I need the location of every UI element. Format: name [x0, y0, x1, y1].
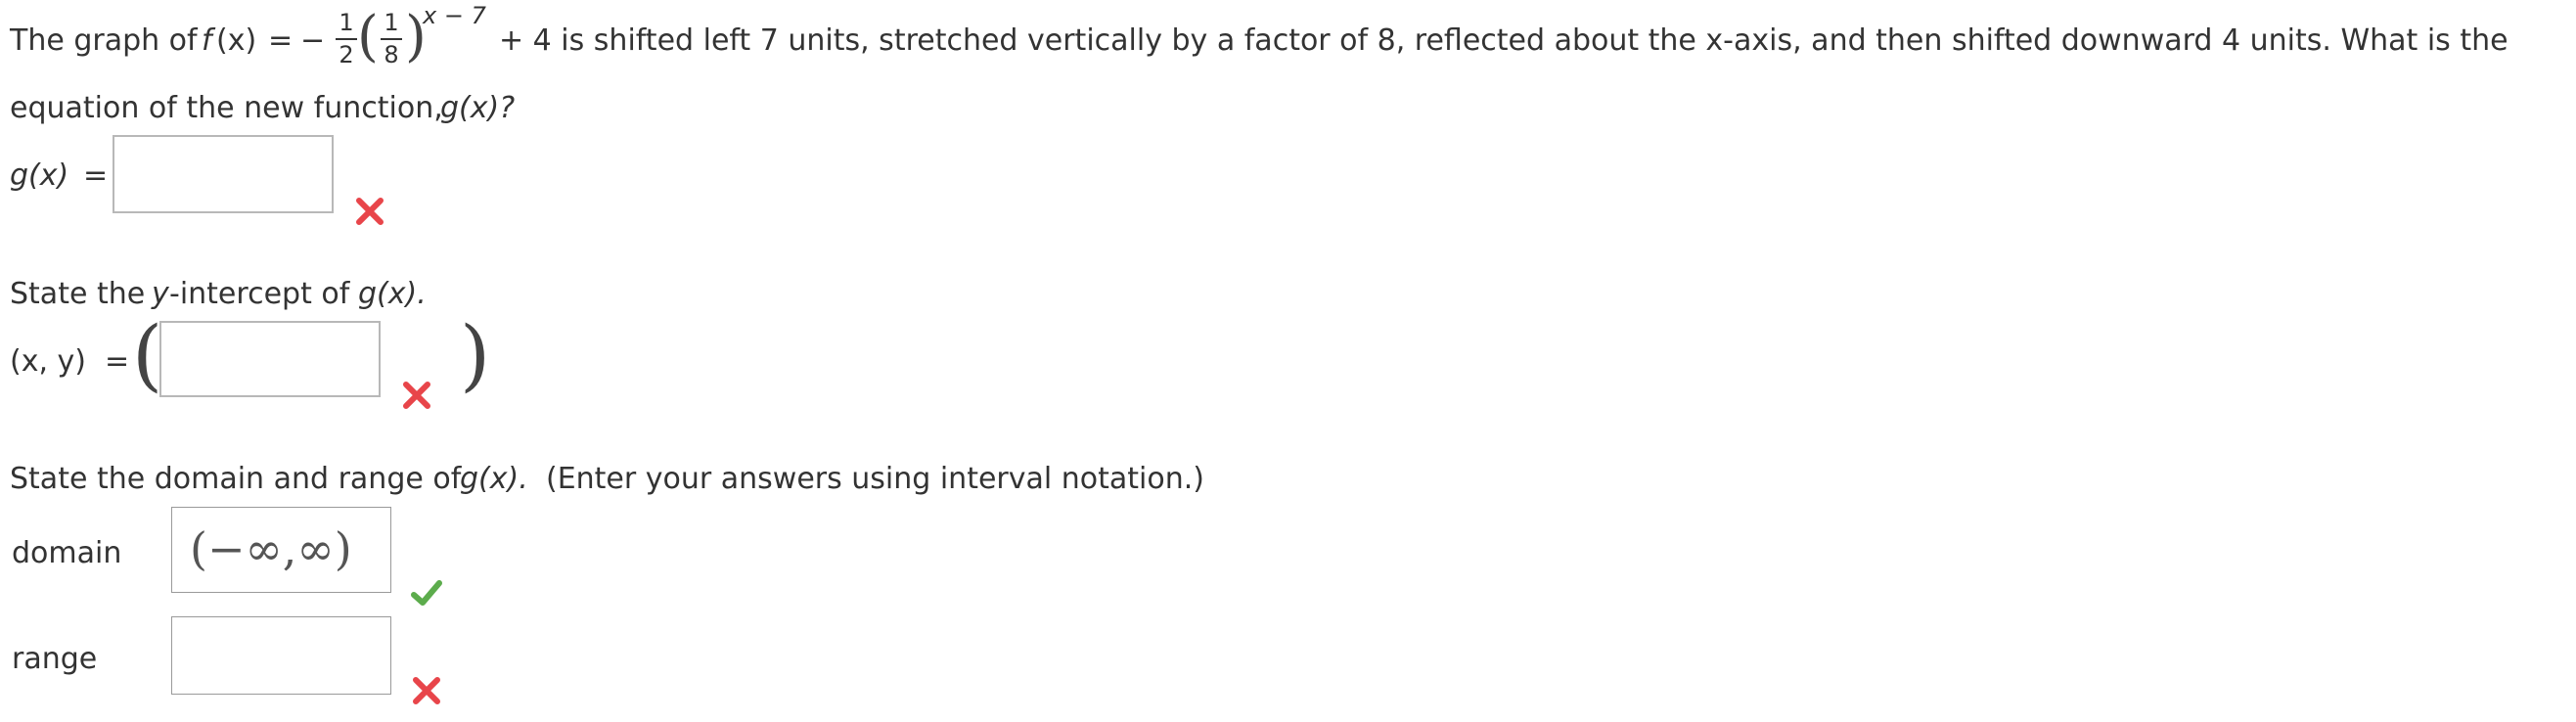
part2-prompt-var: y [152, 277, 169, 311]
gx-equals: = [83, 158, 109, 193]
minus-sign: − [300, 23, 326, 58]
range-answer-input[interactable] [171, 616, 391, 695]
fraction-inner-numerator: 1 [384, 9, 399, 36]
xy-right-paren: ) [460, 309, 491, 400]
y-intercept-answer-input[interactable] [159, 321, 381, 397]
exponent: x − 7 [423, 2, 486, 29]
fraction-outer-numerator: 1 [339, 9, 354, 36]
part3-prompt-post: (Enter your answers using interval notat… [546, 462, 1204, 496]
gx-answer-input[interactable] [113, 135, 334, 213]
part2-prompt-func: g(x). [358, 277, 427, 311]
domain-label: domain [12, 536, 122, 570]
xy-label: (x, y) [10, 344, 86, 379]
fraction-outer-bar [336, 38, 357, 40]
gx-label: g(x) [10, 158, 69, 193]
correct-check-icon [411, 580, 442, 606]
fraction-outer-denominator: 2 [339, 41, 354, 68]
incorrect-x-icon [356, 198, 384, 225]
question-intro: The graph of [10, 23, 198, 58]
equals-sign: = [268, 23, 294, 58]
part3-prompt-pre: State the domain and range of [10, 462, 462, 496]
question-line2: equation of the new function, [10, 91, 443, 125]
fraction-inner-denominator: 8 [384, 41, 399, 68]
part3-prompt-func: g(x). [460, 462, 528, 496]
xy-left-paren: ( [132, 309, 163, 400]
range-label: range [12, 642, 98, 676]
question-line2-func: g(x)? [440, 91, 516, 125]
xy-equals: = [105, 344, 130, 379]
incorrect-x-icon [413, 677, 440, 704]
left-paren-large: ( [357, 5, 379, 68]
part2-prompt-post: -intercept of [169, 277, 350, 311]
question-tail: + 4 is shifted left 7 units, stretched v… [499, 23, 2508, 58]
fraction-inner-bar [381, 38, 402, 40]
f-name: f [202, 23, 212, 58]
domain-answer-box[interactable]: (−∞,∞) [171, 507, 391, 593]
f-arg: (x) [216, 23, 257, 58]
part2-prompt-pre: State the [10, 277, 146, 311]
domain-answer-value: (−∞,∞) [190, 522, 352, 575]
incorrect-x-icon [403, 382, 430, 409]
